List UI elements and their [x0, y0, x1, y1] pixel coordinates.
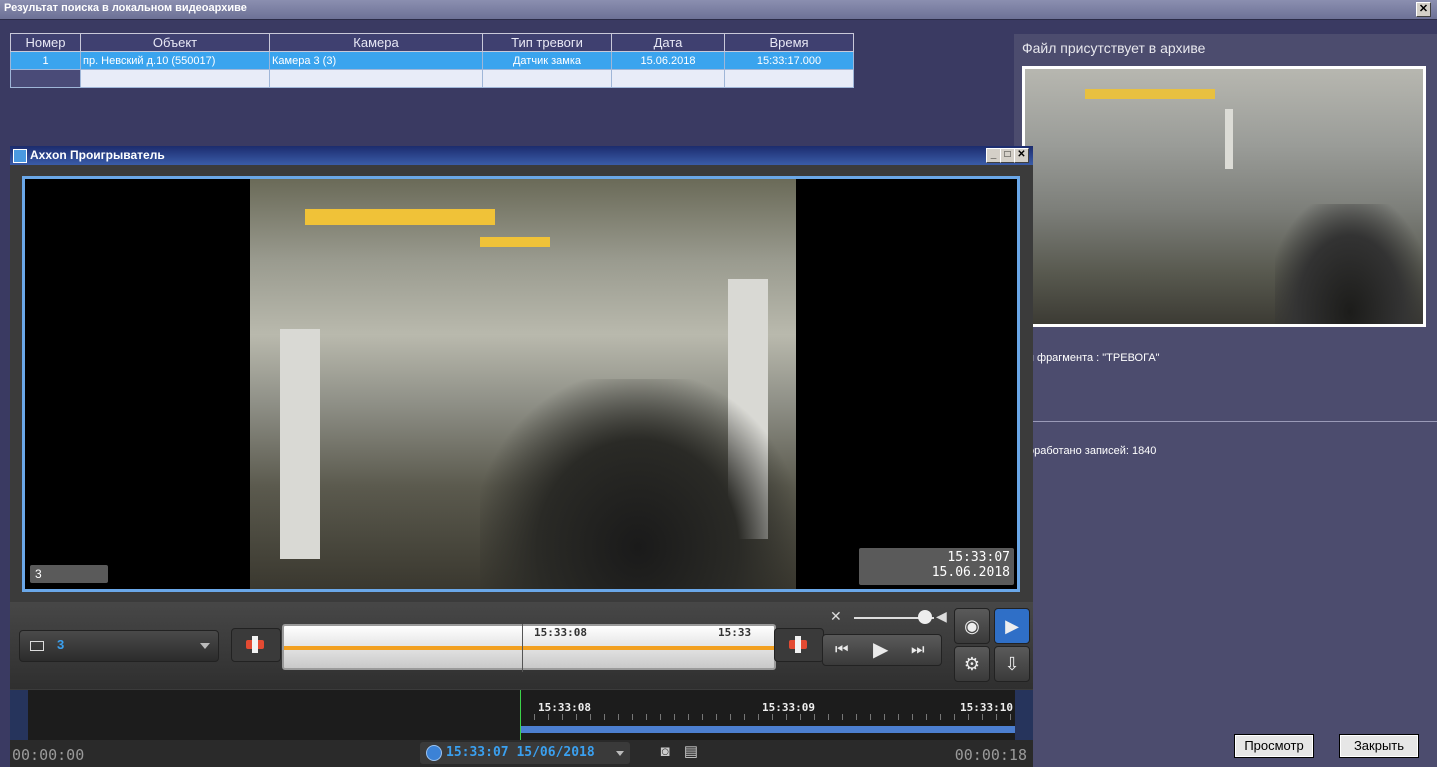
- video-pillar: [280, 329, 320, 559]
- empty-cell: [611, 69, 725, 88]
- empty-cell: [482, 69, 612, 88]
- view-button[interactable]: Просмотр: [1234, 734, 1314, 758]
- cell-number: 1: [10, 51, 81, 70]
- alarm-marker-icon: [246, 636, 264, 653]
- camera-selector[interactable]: 3: [19, 630, 219, 662]
- preview-image: [1025, 69, 1423, 324]
- player-app-icon: [13, 149, 27, 163]
- close-icon[interactable]: ✕: [1416, 2, 1431, 17]
- fragment-bar: [284, 646, 774, 650]
- timeline-cursor[interactable]: [520, 690, 521, 740]
- timeline-label-3: 15:33:10: [960, 701, 1013, 714]
- chevron-down-icon: [616, 751, 624, 756]
- timeline-right-edge[interactable]: [1015, 690, 1033, 740]
- app-titlebar: Результат поиска в локальном видеоархиве…: [0, 0, 1437, 20]
- fragment-cursor[interactable]: [522, 624, 523, 672]
- camera-snapshot-icon[interactable]: ◙: [656, 744, 674, 760]
- cell-time: 15:33:17.000: [724, 51, 854, 70]
- skip-forward-icon[interactable]: ⏭: [911, 641, 925, 658]
- empty-cell: [80, 69, 270, 88]
- fragment-timeline[interactable]: 15:33:08 15:33: [282, 624, 776, 672]
- player-titlebar: Axxon Проигрыватель _ □ ✕: [10, 146, 1033, 165]
- fragment-type: п фрагмента : "ТРЕВОГА": [1028, 352, 1160, 364]
- close-icon[interactable]: ✕: [1014, 148, 1029, 163]
- cell-camera: Камера 3 (3): [269, 51, 483, 70]
- eye-icon[interactable]: ◉: [954, 608, 990, 644]
- col-camera[interactable]: Камера: [269, 33, 483, 52]
- right-panel: Файл присутствует в архиве п фрагмента :…: [1014, 34, 1437, 767]
- video-crowd: [480, 379, 796, 589]
- divider: [1024, 421, 1437, 422]
- col-object[interactable]: Объект: [80, 33, 270, 52]
- col-date[interactable]: Дата: [611, 33, 725, 52]
- empty-cell: [724, 69, 854, 88]
- timeline-ticks: [520, 714, 1027, 720]
- timeline-left-edge[interactable]: [10, 690, 28, 740]
- fragment-time-right: 15:33: [718, 626, 752, 639]
- table-header-row: Номер Объект Камера Тип тревоги Дата Вре…: [10, 33, 854, 52]
- gear-icon[interactable]: ⚙: [954, 646, 990, 682]
- alarm-marker-icon: [789, 636, 807, 653]
- timeline-archive-band: [520, 726, 1027, 733]
- prev-alarm-button[interactable]: [231, 628, 281, 662]
- cell-alarm-type: Датчик замка: [482, 51, 612, 70]
- player-title: Axxon Проигрыватель: [30, 148, 165, 162]
- volume-slider[interactable]: ✕ ◀: [830, 608, 956, 628]
- results-table: Номер Объект Камера Тип тревоги Дата Вре…: [10, 33, 854, 88]
- video-sign: [305, 209, 495, 225]
- speaker-icon: ◀: [936, 608, 947, 624]
- col-time[interactable]: Время: [724, 33, 854, 52]
- timestamp-time: 15:33:07: [947, 550, 1010, 565]
- export-icon[interactable]: ⇩: [994, 646, 1030, 682]
- table-row-empty[interactable]: [10, 69, 854, 88]
- video-frame: [250, 179, 796, 589]
- preview-frame: [1022, 66, 1426, 327]
- video-sign: [480, 237, 550, 247]
- close-button[interactable]: Закрыть: [1339, 734, 1419, 758]
- next-alarm-button[interactable]: [774, 628, 824, 662]
- player-status-bar: 00:00:00 15:33:07 15/06/2018 ◙ ▤ 00:00:1…: [10, 740, 1033, 767]
- printer-icon[interactable]: ▤: [682, 744, 700, 760]
- main-timeline[interactable]: 15:33:08 15:33:09 15:33:10: [10, 690, 1033, 740]
- cell-date: 15.06.2018: [611, 51, 725, 70]
- timeline-label-1: 15:33:08: [538, 701, 591, 714]
- play-mode-icon[interactable]: ▶: [994, 608, 1030, 644]
- timestamp-date: 15.06.2018: [931, 565, 1010, 580]
- table-row[interactable]: 1 пр. Невский д.10 (550017) Камера 3 (3)…: [10, 51, 854, 70]
- col-alarm-type[interactable]: Тип тревоги: [482, 33, 612, 52]
- clock-icon: [426, 745, 442, 761]
- fragment-time-left: 15:33:08: [534, 626, 587, 639]
- volume-knob[interactable]: [918, 610, 932, 624]
- player-window: Axxon Проигрыватель _ □ ✕ 3 15:33:07 15.…: [10, 146, 1033, 767]
- current-datetime: 15:33:07 15/06/2018: [446, 745, 595, 760]
- col-number[interactable]: Номер: [10, 33, 81, 52]
- time-start: 00:00:00: [12, 746, 85, 764]
- maximize-icon[interactable]: □: [1000, 148, 1015, 163]
- timeline-label-2: 15:33:09: [762, 701, 815, 714]
- empty-cell: [269, 69, 483, 88]
- mute-icon[interactable]: ✕: [830, 608, 842, 625]
- empty-cell: [10, 69, 81, 88]
- control-strip: 3 15:33:08 15:33 ✕ ◀ ⏮ ▶ ⏭ ◉ ⚙ ▶ ⇩: [10, 602, 1033, 689]
- camera-icon: [30, 641, 44, 651]
- transport-controls: ⏮ ▶ ⏭: [822, 634, 942, 666]
- minimize-icon[interactable]: _: [986, 148, 1001, 163]
- archive-status: Файл присутствует в архиве: [1022, 40, 1206, 56]
- skip-back-icon[interactable]: ⏮: [835, 641, 849, 658]
- cell-object: пр. Невский д.10 (550017): [80, 51, 270, 70]
- timestamp-overlay: 15:33:07 15.06.2018: [859, 548, 1014, 585]
- play-icon[interactable]: ▶: [873, 637, 888, 662]
- datetime-selector[interactable]: 15:33:07 15/06/2018: [420, 742, 630, 764]
- chevron-down-icon: [200, 643, 210, 649]
- video-viewport[interactable]: 3 15:33:07 15.06.2018: [22, 176, 1020, 592]
- camera-number-label: 3: [30, 565, 108, 583]
- processed-count: оработано записей: 1840: [1028, 445, 1157, 457]
- app-title: Результат поиска в локальном видеоархиве: [4, 2, 247, 14]
- camera-selector-value: 3: [57, 637, 65, 652]
- time-end: 00:00:18: [954, 746, 1027, 764]
